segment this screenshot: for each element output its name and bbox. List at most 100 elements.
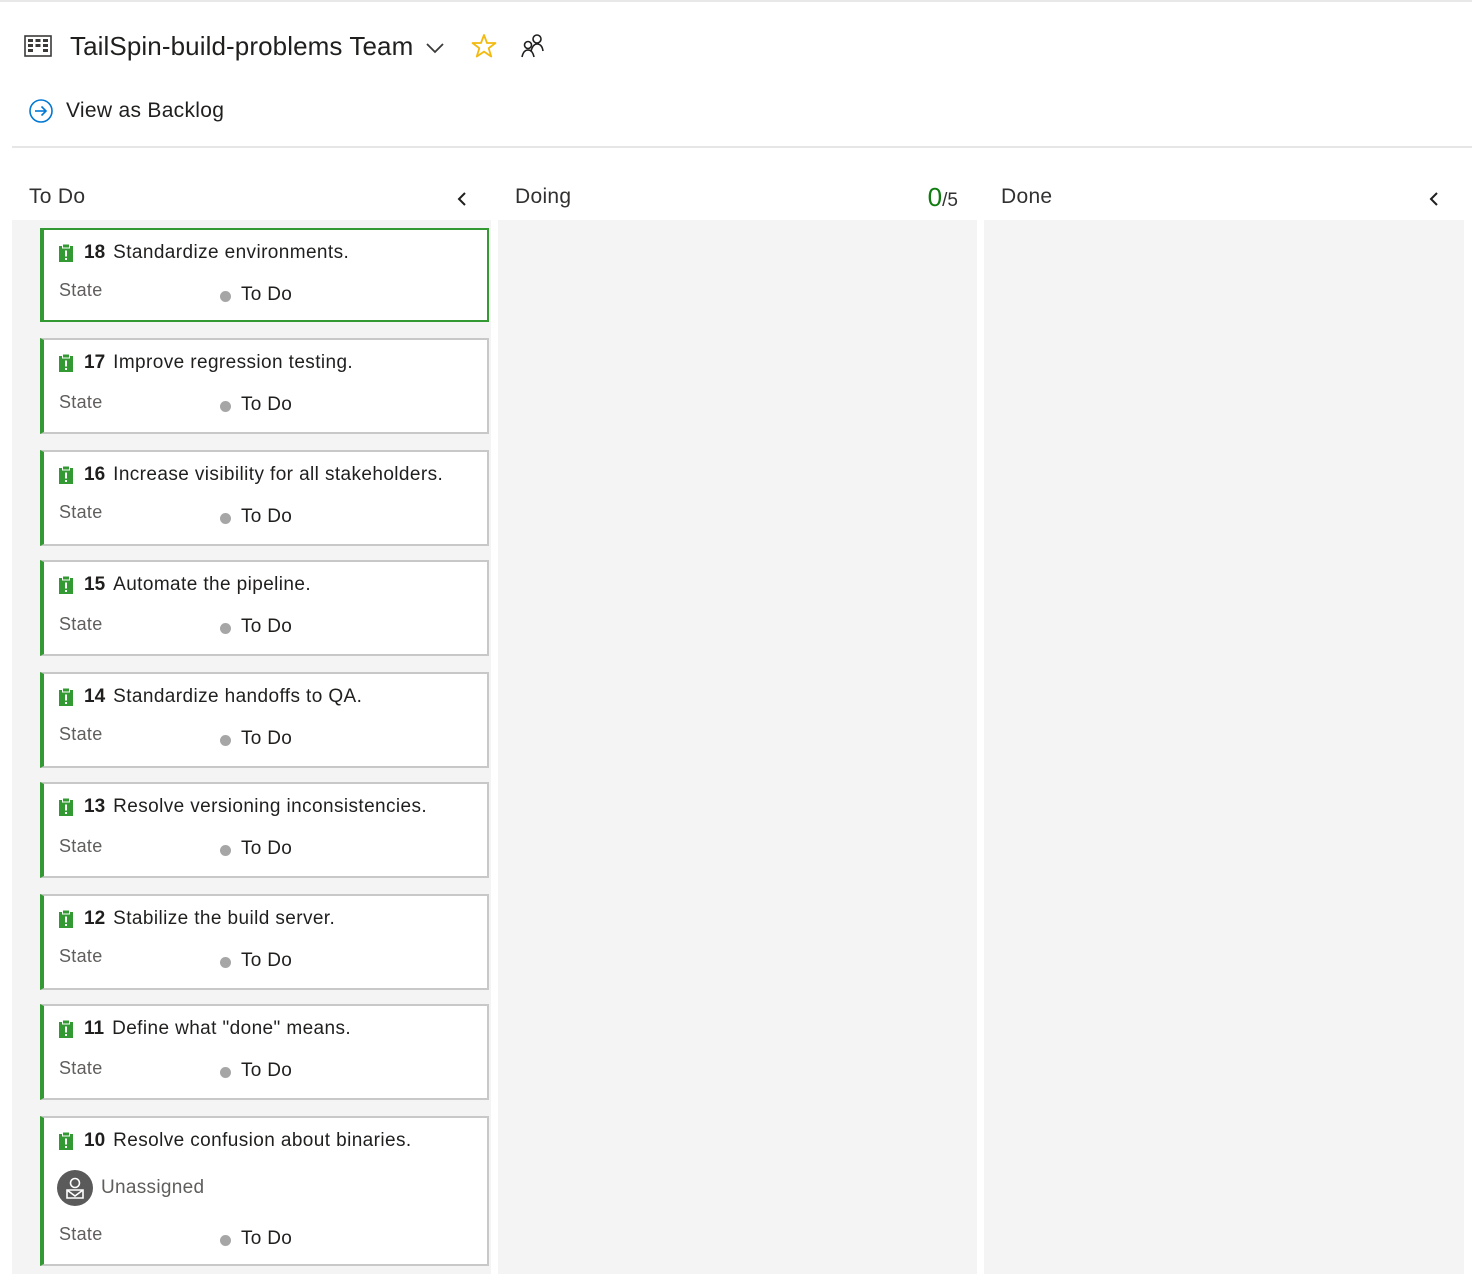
- state-value[interactable]: To Do: [220, 394, 292, 416]
- column-header-todo: To Do: [29, 180, 469, 214]
- state-label: State: [59, 836, 103, 856]
- column-title: To Do: [29, 185, 86, 208]
- state-dot-icon: [220, 623, 231, 634]
- work-item-card[interactable]: 13 Resolve versioning inconsistencies. S…: [40, 782, 489, 878]
- card-title-row: 17 Improve regression testing.: [58, 352, 353, 374]
- work-item-card[interactable]: 14 Standardize handoffs to QA. State To …: [40, 672, 489, 768]
- state-value[interactable]: To Do: [220, 728, 292, 750]
- state-value[interactable]: To Do: [220, 506, 292, 528]
- state-dot-icon: [220, 1235, 231, 1246]
- work-item-card[interactable]: 18 Standardize environments. State To Do: [40, 228, 489, 322]
- card-title-row: 15 Automate the pipeline.: [58, 574, 311, 596]
- lane-todo: 18 Standardize environments. State To Do…: [12, 220, 491, 1274]
- state-dot-icon: [220, 291, 231, 302]
- card-id: 17: [84, 352, 106, 373]
- wip-current: 0: [927, 181, 943, 212]
- card-title[interactable]: Improve regression testing.: [113, 352, 353, 374]
- card-title[interactable]: Stabilize the build server.: [113, 908, 335, 930]
- column-title: Doing: [515, 185, 572, 208]
- state-value[interactable]: To Do: [220, 284, 292, 306]
- chevron-left-icon[interactable]: [1427, 190, 1441, 208]
- card-title[interactable]: Increase visibility for all stakeholders…: [113, 464, 443, 486]
- arrow-circle-right-icon: [29, 99, 53, 123]
- card-title[interactable]: Automate the pipeline.: [113, 574, 311, 596]
- card-id: 14: [84, 686, 106, 707]
- card-id: 13: [84, 796, 106, 817]
- state-text: To Do: [241, 1060, 293, 1081]
- state-label: State: [59, 1058, 103, 1078]
- board-grid-icon: [24, 35, 52, 57]
- column-header-doing: Doing 0/5: [515, 180, 958, 214]
- state-value[interactable]: To Do: [220, 838, 292, 860]
- state-dot-icon: [220, 957, 231, 968]
- state-label: State: [59, 280, 103, 300]
- card-title[interactable]: Standardize handoffs to QA.: [113, 686, 362, 708]
- chevron-down-icon[interactable]: [425, 41, 445, 55]
- state-text: To Do: [241, 838, 293, 859]
- product-backlog-item-icon: [59, 909, 73, 928]
- header-divider: [12, 146, 1472, 148]
- top-border: [0, 0, 1472, 2]
- card-id: 12: [84, 908, 106, 929]
- card-title-row: 16 Increase visibility for all stakehold…: [58, 464, 443, 486]
- chevron-left-icon[interactable]: [455, 190, 469, 208]
- state-dot-icon: [220, 845, 231, 856]
- work-item-card[interactable]: 12 Stabilize the build server. State To …: [40, 894, 489, 990]
- card-title-row: 12 Stabilize the build server.: [58, 908, 335, 930]
- people-icon[interactable]: [521, 33, 545, 59]
- state-text: To Do: [241, 950, 293, 971]
- wip-max: /5: [942, 189, 958, 211]
- unassigned-avatar-icon: [57, 1170, 93, 1206]
- state-dot-icon: [220, 735, 231, 746]
- card-id: 15: [84, 574, 106, 595]
- assignee-field[interactable]: Unassigned: [57, 1170, 204, 1206]
- team-title[interactable]: TailSpin-build-problems Team: [70, 31, 413, 62]
- state-label: State: [59, 502, 103, 522]
- product-backlog-item-icon: [59, 465, 73, 484]
- lane-done[interactable]: [984, 220, 1464, 1274]
- card-id: 18: [84, 242, 106, 263]
- state-dot-icon: [220, 1067, 231, 1078]
- star-icon[interactable]: [471, 33, 497, 59]
- state-value[interactable]: To Do: [220, 616, 292, 638]
- column-title: Done: [1001, 185, 1053, 208]
- work-item-card[interactable]: 11 Define what "done" means. State To Do: [40, 1004, 489, 1100]
- product-backlog-item-icon: [59, 1019, 73, 1038]
- product-backlog-item-icon: [59, 243, 73, 262]
- view-as-backlog-label: View as Backlog: [66, 99, 225, 122]
- board-header: TailSpin-build-problems Team: [24, 24, 545, 68]
- state-value[interactable]: To Do: [220, 950, 292, 972]
- card-title[interactable]: Resolve confusion about binaries.: [113, 1130, 411, 1152]
- work-item-card[interactable]: 15 Automate the pipeline. State To Do: [40, 560, 489, 656]
- view-as-backlog-link[interactable]: View as Backlog: [28, 98, 224, 124]
- card-id: 16: [84, 464, 106, 485]
- state-label: State: [59, 1224, 103, 1244]
- state-label: State: [59, 724, 103, 744]
- state-label: State: [59, 392, 103, 412]
- state-label: State: [59, 946, 103, 966]
- work-item-card[interactable]: 17 Improve regression testing. State To …: [40, 338, 489, 434]
- card-title-row: 11 Define what "done" means.: [58, 1018, 351, 1040]
- column-header-done: Done: [1001, 180, 1441, 214]
- product-backlog-item-icon: [59, 797, 73, 816]
- card-title-row: 13 Resolve versioning inconsistencies.: [58, 796, 427, 818]
- state-label: State: [59, 614, 103, 634]
- lane-doing[interactable]: [498, 220, 977, 1274]
- card-id: 10: [84, 1130, 106, 1151]
- card-title[interactable]: Standardize environments.: [113, 242, 349, 264]
- wip-limit: 0/5: [928, 182, 958, 213]
- card-title[interactable]: Resolve versioning inconsistencies.: [113, 796, 427, 818]
- state-value[interactable]: To Do: [220, 1228, 292, 1250]
- work-item-card[interactable]: 16 Increase visibility for all stakehold…: [40, 450, 489, 546]
- card-title-row: 18 Standardize environments.: [58, 242, 349, 264]
- state-dot-icon: [220, 401, 231, 412]
- state-text: To Do: [241, 616, 293, 637]
- product-backlog-item-icon: [59, 687, 73, 706]
- card-title[interactable]: Define what "done" means.: [112, 1018, 351, 1040]
- state-text: To Do: [241, 1228, 293, 1249]
- state-text: To Do: [241, 284, 293, 305]
- state-value[interactable]: To Do: [220, 1060, 292, 1082]
- work-item-card[interactable]: 10 Resolve confusion about binaries. Una…: [40, 1116, 489, 1266]
- state-dot-icon: [220, 513, 231, 524]
- product-backlog-item-icon: [59, 575, 73, 594]
